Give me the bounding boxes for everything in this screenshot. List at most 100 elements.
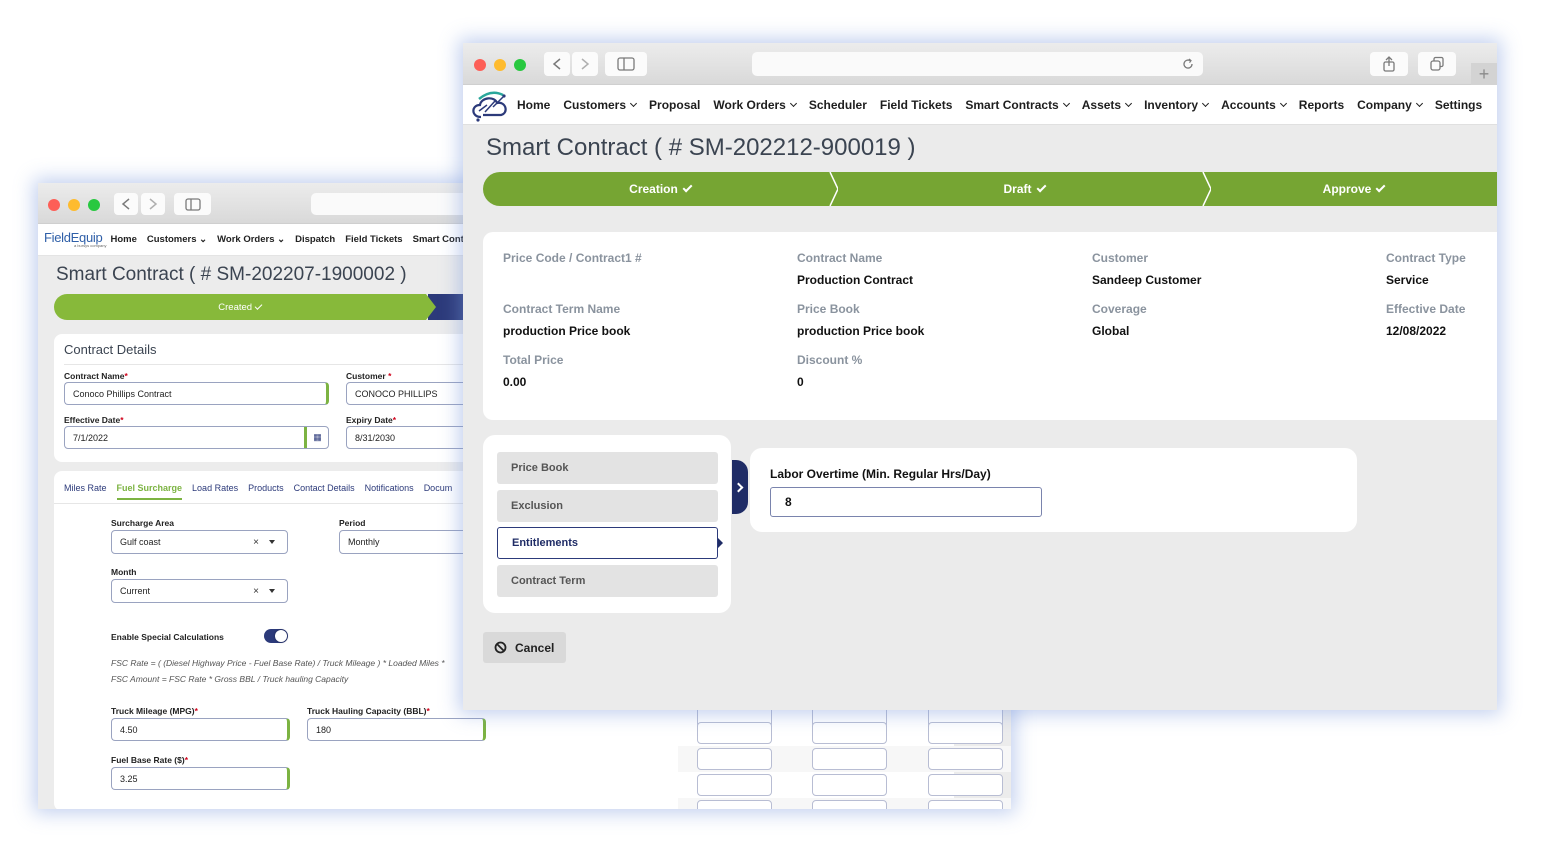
customer-input[interactable]: CONOCO PHILLIPS: [346, 382, 476, 405]
nav-dispatch[interactable]: Dispatch: [295, 234, 335, 245]
calendar-icon[interactable]: ▦: [304, 427, 328, 448]
sidebar-icon: [184, 197, 201, 211]
zoom-window-button[interactable]: [88, 199, 100, 211]
select-value: Monthly: [348, 537, 380, 547]
nav-inventory[interactable]: Inventory: [1144, 97, 1210, 112]
label-text: Truck Hauling Capacity (BBL): [307, 706, 427, 716]
step-label: Created: [218, 301, 253, 313]
nav-label: Inventory: [1144, 97, 1199, 112]
chevron-down-icon: [629, 99, 638, 107]
collapse-panel-toggle[interactable]: [732, 460, 748, 514]
required-marker: *: [120, 415, 124, 425]
tab-products[interactable]: Products: [248, 483, 284, 500]
sidebar-toggle-button[interactable]: [605, 52, 647, 76]
reload-icon[interactable]: [1182, 58, 1194, 70]
caret-down-icon[interactable]: [269, 589, 275, 593]
menu-item-exclusion[interactable]: Exclusion: [497, 490, 718, 522]
grid-cell-input[interactable]: [697, 800, 772, 809]
nav-smart-contracts[interactable]: Smart Contr: [413, 234, 468, 245]
nav-label: Work Orders: [713, 97, 786, 112]
nav-settings[interactable]: Settings: [1435, 98, 1482, 112]
window-controls: [48, 199, 100, 211]
forward-button[interactable]: [141, 193, 165, 215]
nav-reports[interactable]: Reports: [1299, 98, 1344, 112]
chevron-right-icon: [581, 58, 590, 70]
app-logo[interactable]: [469, 87, 513, 123]
nav-home[interactable]: Home: [517, 98, 550, 112]
chevron-down-icon: ⌄: [277, 234, 286, 245]
tabs-overview-button[interactable]: [1418, 52, 1456, 76]
effective-date-field: Effective Date 12/08/2022: [1386, 302, 1465, 338]
hauling-capacity-input[interactable]: 180: [307, 718, 486, 741]
back-button[interactable]: [544, 52, 570, 76]
contract-name-input[interactable]: Conoco Phillips Contract: [64, 382, 329, 405]
grid-cell-input[interactable]: [928, 800, 1003, 809]
labor-overtime-input[interactable]: 8: [770, 487, 1042, 517]
minimize-window-button[interactable]: [494, 59, 506, 71]
nav-smart-contracts[interactable]: Smart Contracts: [965, 98, 1070, 112]
nav-field-tickets[interactable]: Field Tickets: [880, 98, 952, 112]
nav-label: Company: [1357, 97, 1412, 112]
nav-customers[interactable]: Customers ⌄: [147, 234, 207, 245]
nav-scheduler[interactable]: Scheduler: [809, 98, 867, 112]
grid-cell-input[interactable]: [697, 748, 772, 770]
sidebar-toggle-button[interactable]: [174, 193, 211, 215]
grid-cell-input[interactable]: [928, 748, 1003, 770]
share-button[interactable]: [1370, 52, 1408, 76]
truck-mileage-label: Truck Mileage (MPG)*: [111, 706, 198, 716]
zoom-window-button[interactable]: [514, 59, 526, 71]
grid-cell-input[interactable]: [928, 774, 1003, 796]
menu-item-contract-term[interactable]: Contract Term: [497, 565, 718, 597]
nav-assets[interactable]: Assets: [1082, 98, 1133, 112]
special-calc-toggle[interactable]: [264, 629, 288, 643]
nav-work-orders[interactable]: Work Orders ⌄: [217, 234, 285, 245]
effective-date-input[interactable]: 7/1/2022 ▦: [64, 426, 329, 449]
caret-down-icon[interactable]: [269, 540, 275, 544]
field-label: Contract Term Name: [503, 302, 621, 316]
menu-item-entitlements[interactable]: Entitlements: [497, 527, 723, 559]
forward-button[interactable]: [572, 52, 598, 76]
field-value: Global: [1092, 324, 1130, 338]
new-tab-button[interactable]: +: [1471, 63, 1497, 85]
close-window-button[interactable]: [48, 199, 60, 211]
tab-fuel-surcharge[interactable]: Fuel Surcharge: [116, 483, 183, 500]
truck-mileage-input[interactable]: 4.50: [111, 718, 290, 741]
tab-miles-rate[interactable]: Miles Rate: [64, 483, 107, 500]
nav-accounts[interactable]: Accounts: [1221, 98, 1287, 112]
grid-cell-input[interactable]: [812, 748, 887, 770]
nav-proposal[interactable]: Proposal: [649, 98, 700, 112]
fuel-base-rate-input[interactable]: 3.25: [111, 767, 290, 790]
surcharge-area-select[interactable]: Gulf coast ×: [111, 530, 288, 554]
back-button[interactable]: [114, 193, 138, 215]
menu-item-price-book[interactable]: Price Book: [497, 452, 718, 484]
field-label: Total Price: [503, 353, 564, 367]
nav-company[interactable]: Company: [1357, 97, 1423, 112]
tab-load-rates[interactable]: Load Rates: [192, 483, 238, 500]
clear-icon[interactable]: ×: [253, 586, 259, 597]
grid-cell-input[interactable]: [697, 774, 772, 796]
grid-cell-input[interactable]: [928, 722, 1003, 744]
month-select[interactable]: Current ×: [111, 579, 288, 603]
close-window-button[interactable]: [474, 59, 486, 71]
minimize-window-button[interactable]: [68, 199, 80, 211]
tab-notifications[interactable]: Notifications: [365, 483, 414, 500]
grid-cell-input[interactable]: [697, 722, 772, 744]
nav-work-orders[interactable]: Work Orders: [713, 97, 797, 112]
field-label: Effective Date: [1386, 302, 1466, 316]
address-bar[interactable]: [752, 52, 1203, 76]
nav-field-tickets[interactable]: Field Tickets: [345, 234, 402, 245]
grid-row: [678, 772, 1011, 798]
tab-contact-details[interactable]: Contact Details: [294, 483, 355, 500]
address-bar[interactable]: [311, 193, 471, 215]
nav-home[interactable]: Home: [110, 234, 136, 245]
cancel-button[interactable]: Cancel: [483, 632, 566, 663]
grid-cell-input[interactable]: [812, 774, 887, 796]
grid-cell-input[interactable]: [812, 800, 887, 809]
tab-documents[interactable]: Docum: [424, 483, 453, 500]
fieldequip-logo[interactable]: FieldEquip a bursys company: [44, 231, 106, 248]
expiry-date-input[interactable]: 8/31/2030: [346, 426, 476, 449]
nav-customers[interactable]: Customers: [563, 98, 638, 112]
grid-cell-input[interactable]: [812, 722, 887, 744]
clear-icon[interactable]: ×: [253, 537, 259, 548]
price-book-field: Price Book production Price book: [797, 302, 924, 338]
